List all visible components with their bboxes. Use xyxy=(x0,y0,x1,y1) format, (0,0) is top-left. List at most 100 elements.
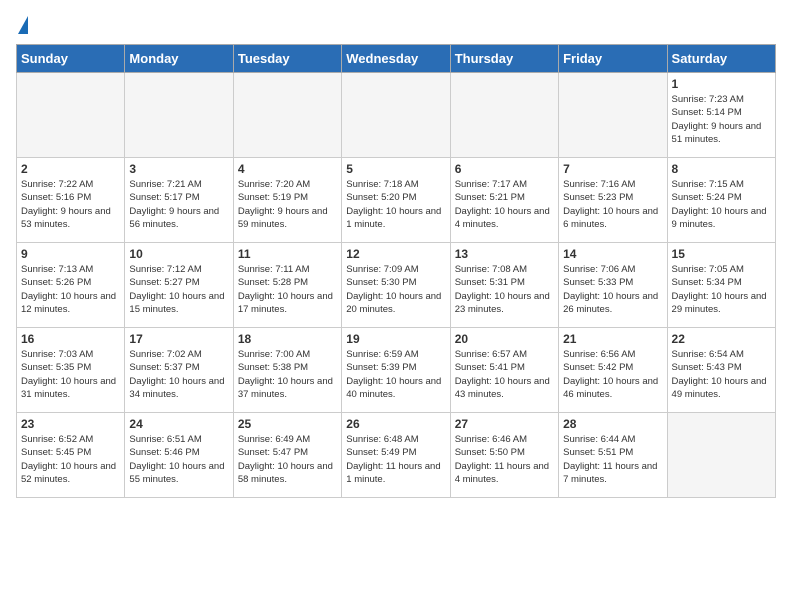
calendar-cell: 5 Sunrise: 7:18 AM Sunset: 5:20 PM Daylig… xyxy=(342,158,450,243)
day-number: 10 xyxy=(129,247,228,261)
day-number: 15 xyxy=(672,247,771,261)
day-info: Sunrise: 7:21 AM Sunset: 5:17 PM Dayligh… xyxy=(129,178,228,231)
logo xyxy=(16,16,28,36)
day-info: Sunrise: 6:46 AM Sunset: 5:50 PM Dayligh… xyxy=(455,433,554,486)
day-number: 9 xyxy=(21,247,120,261)
logo-triangle-icon xyxy=(18,16,28,34)
day-info: Sunrise: 7:02 AM Sunset: 5:37 PM Dayligh… xyxy=(129,348,228,401)
calendar-cell: 9 Sunrise: 7:13 AM Sunset: 5:26 PM Daylig… xyxy=(17,243,125,328)
week-row-2: 2 Sunrise: 7:22 AM Sunset: 5:16 PM Daylig… xyxy=(17,158,776,243)
day-number: 25 xyxy=(238,417,337,431)
calendar-cell: 24 Sunrise: 6:51 AM Sunset: 5:46 PM Dayli… xyxy=(125,413,233,498)
day-info: Sunrise: 7:03 AM Sunset: 5:35 PM Dayligh… xyxy=(21,348,120,401)
day-number: 11 xyxy=(238,247,337,261)
day-info: Sunrise: 7:18 AM Sunset: 5:20 PM Dayligh… xyxy=(346,178,445,231)
day-info: Sunrise: 7:05 AM Sunset: 5:34 PM Dayligh… xyxy=(672,263,771,316)
calendar-cell: 17 Sunrise: 7:02 AM Sunset: 5:37 PM Dayli… xyxy=(125,328,233,413)
calendar-cell: 21 Sunrise: 6:56 AM Sunset: 5:42 PM Dayli… xyxy=(559,328,667,413)
calendar-cell xyxy=(559,73,667,158)
calendar-cell: 18 Sunrise: 7:00 AM Sunset: 5:38 PM Dayli… xyxy=(233,328,341,413)
day-number: 16 xyxy=(21,332,120,346)
calendar-cell xyxy=(125,73,233,158)
day-info: Sunrise: 6:51 AM Sunset: 5:46 PM Dayligh… xyxy=(129,433,228,486)
calendar-cell: 20 Sunrise: 6:57 AM Sunset: 5:41 PM Dayli… xyxy=(450,328,558,413)
calendar-cell: 11 Sunrise: 7:11 AM Sunset: 5:28 PM Dayli… xyxy=(233,243,341,328)
day-info: Sunrise: 7:12 AM Sunset: 5:27 PM Dayligh… xyxy=(129,263,228,316)
day-number: 19 xyxy=(346,332,445,346)
calendar-cell: 10 Sunrise: 7:12 AM Sunset: 5:27 PM Dayli… xyxy=(125,243,233,328)
calendar-cell: 1 Sunrise: 7:23 AM Sunset: 5:14 PM Daylig… xyxy=(667,73,775,158)
day-info: Sunrise: 7:20 AM Sunset: 5:19 PM Dayligh… xyxy=(238,178,337,231)
weekday-header-saturday: Saturday xyxy=(667,45,775,73)
day-info: Sunrise: 6:54 AM Sunset: 5:43 PM Dayligh… xyxy=(672,348,771,401)
weekday-header-tuesday: Tuesday xyxy=(233,45,341,73)
calendar-cell xyxy=(233,73,341,158)
day-info: Sunrise: 7:06 AM Sunset: 5:33 PM Dayligh… xyxy=(563,263,662,316)
weekday-header-monday: Monday xyxy=(125,45,233,73)
day-number: 18 xyxy=(238,332,337,346)
calendar-cell: 23 Sunrise: 6:52 AM Sunset: 5:45 PM Dayli… xyxy=(17,413,125,498)
day-info: Sunrise: 7:08 AM Sunset: 5:31 PM Dayligh… xyxy=(455,263,554,316)
weekday-header-row: SundayMondayTuesdayWednesdayThursdayFrid… xyxy=(17,45,776,73)
day-number: 4 xyxy=(238,162,337,176)
day-number: 5 xyxy=(346,162,445,176)
calendar-cell: 16 Sunrise: 7:03 AM Sunset: 5:35 PM Dayli… xyxy=(17,328,125,413)
day-info: Sunrise: 7:15 AM Sunset: 5:24 PM Dayligh… xyxy=(672,178,771,231)
day-info: Sunrise: 6:44 AM Sunset: 5:51 PM Dayligh… xyxy=(563,433,662,486)
day-info: Sunrise: 6:59 AM Sunset: 5:39 PM Dayligh… xyxy=(346,348,445,401)
day-number: 2 xyxy=(21,162,120,176)
weekday-header-wednesday: Wednesday xyxy=(342,45,450,73)
day-info: Sunrise: 7:23 AM Sunset: 5:14 PM Dayligh… xyxy=(672,93,771,146)
day-info: Sunrise: 6:56 AM Sunset: 5:42 PM Dayligh… xyxy=(563,348,662,401)
calendar-cell: 2 Sunrise: 7:22 AM Sunset: 5:16 PM Daylig… xyxy=(17,158,125,243)
day-number: 20 xyxy=(455,332,554,346)
week-row-1: 1 Sunrise: 7:23 AM Sunset: 5:14 PM Daylig… xyxy=(17,73,776,158)
day-info: Sunrise: 6:48 AM Sunset: 5:49 PM Dayligh… xyxy=(346,433,445,486)
calendar-cell xyxy=(17,73,125,158)
day-number: 24 xyxy=(129,417,228,431)
day-number: 8 xyxy=(672,162,771,176)
day-info: Sunrise: 6:52 AM Sunset: 5:45 PM Dayligh… xyxy=(21,433,120,486)
day-info: Sunrise: 7:13 AM Sunset: 5:26 PM Dayligh… xyxy=(21,263,120,316)
calendar-cell: 28Sunrise: 6:44 AM Sunset: 5:51 PM Dayli… xyxy=(559,413,667,498)
day-info: Sunrise: 6:57 AM Sunset: 5:41 PM Dayligh… xyxy=(455,348,554,401)
day-info: Sunrise: 7:00 AM Sunset: 5:38 PM Dayligh… xyxy=(238,348,337,401)
calendar-cell: 7 Sunrise: 7:16 AM Sunset: 5:23 PM Daylig… xyxy=(559,158,667,243)
calendar-cell xyxy=(342,73,450,158)
calendar-cell: 25 Sunrise: 6:49 AM Sunset: 5:47 PM Dayli… xyxy=(233,413,341,498)
calendar-cell: 13 Sunrise: 7:08 AM Sunset: 5:31 PM Dayli… xyxy=(450,243,558,328)
day-number: 14 xyxy=(563,247,662,261)
day-number: 21 xyxy=(563,332,662,346)
day-info: Sunrise: 7:22 AM Sunset: 5:16 PM Dayligh… xyxy=(21,178,120,231)
calendar-cell: 3 Sunrise: 7:21 AM Sunset: 5:17 PM Daylig… xyxy=(125,158,233,243)
calendar-table: SundayMondayTuesdayWednesdayThursdayFrid… xyxy=(16,44,776,498)
calendar-cell: 6Sunrise: 7:17 AM Sunset: 5:21 PM Daylig… xyxy=(450,158,558,243)
weekday-header-sunday: Sunday xyxy=(17,45,125,73)
calendar-cell: 15 Sunrise: 7:05 AM Sunset: 5:34 PM Dayli… xyxy=(667,243,775,328)
calendar-cell: 12 Sunrise: 7:09 AM Sunset: 5:30 PM Dayli… xyxy=(342,243,450,328)
day-info: Sunrise: 7:09 AM Sunset: 5:30 PM Dayligh… xyxy=(346,263,445,316)
calendar-cell: 8 Sunrise: 7:15 AM Sunset: 5:24 PM Daylig… xyxy=(667,158,775,243)
calendar-cell: 26 Sunrise: 6:48 AM Sunset: 5:49 PM Dayli… xyxy=(342,413,450,498)
day-number: 23 xyxy=(21,417,120,431)
day-number: 27 xyxy=(455,417,554,431)
day-info: Sunrise: 7:17 AM Sunset: 5:21 PM Dayligh… xyxy=(455,178,554,231)
day-number: 13 xyxy=(455,247,554,261)
calendar-cell: 4 Sunrise: 7:20 AM Sunset: 5:19 PM Daylig… xyxy=(233,158,341,243)
day-number: 26 xyxy=(346,417,445,431)
day-info: Sunrise: 6:49 AM Sunset: 5:47 PM Dayligh… xyxy=(238,433,337,486)
day-info: Sunrise: 7:11 AM Sunset: 5:28 PM Dayligh… xyxy=(238,263,337,316)
day-number: 22 xyxy=(672,332,771,346)
week-row-3: 9 Sunrise: 7:13 AM Sunset: 5:26 PM Daylig… xyxy=(17,243,776,328)
calendar-cell xyxy=(450,73,558,158)
day-number: 7 xyxy=(563,162,662,176)
weekday-header-friday: Friday xyxy=(559,45,667,73)
calendar-cell: 27 Sunrise: 6:46 AM Sunset: 5:50 PM Dayli… xyxy=(450,413,558,498)
week-row-4: 16 Sunrise: 7:03 AM Sunset: 5:35 PM Dayli… xyxy=(17,328,776,413)
calendar-cell: 14 Sunrise: 7:06 AM Sunset: 5:33 PM Dayli… xyxy=(559,243,667,328)
day-number: 17 xyxy=(129,332,228,346)
day-info: Sunrise: 7:16 AM Sunset: 5:23 PM Dayligh… xyxy=(563,178,662,231)
day-number: 3 xyxy=(129,162,228,176)
day-number: 12 xyxy=(346,247,445,261)
day-number: 1 xyxy=(672,77,771,91)
